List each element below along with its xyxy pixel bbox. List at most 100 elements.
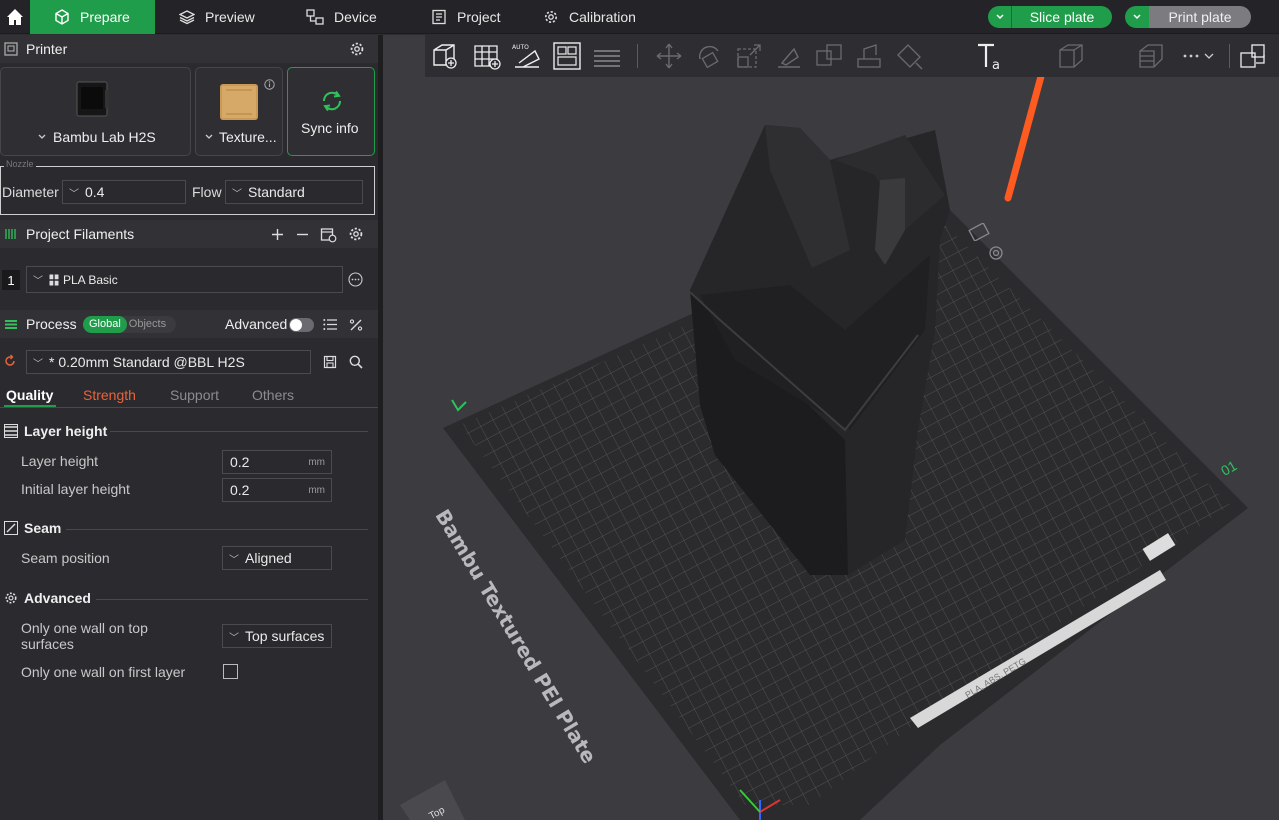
slice-options-dropdown[interactable] <box>988 6 1012 28</box>
device-icon <box>306 9 324 25</box>
tab-strength[interactable]: Strength <box>83 387 136 403</box>
one-wall-first-layer-checkbox[interactable] <box>223 664 238 679</box>
text-icon: a <box>978 43 1000 72</box>
toggle-objects[interactable]: Objects <box>127 316 168 333</box>
flow-label: Flow <box>192 184 222 200</box>
3d-viewport[interactable]: Bambu Textured PEI Plate 01 PLA, ABS, PE… <box>383 35 1279 820</box>
tab-preview[interactable]: Preview <box>179 0 255 34</box>
build-plate-scene <box>400 36 1248 820</box>
tab-others[interactable]: Others <box>252 387 294 403</box>
auto-orient-button[interactable]: AUTO <box>511 40 543 72</box>
cut-tool-button[interactable] <box>813 40 845 72</box>
remove-icon[interactable] <box>296 228 309 241</box>
more-tools-button[interactable] <box>1177 40 1221 72</box>
tab-support[interactable]: Support <box>170 387 219 403</box>
measure-tool-button[interactable] <box>1055 40 1087 72</box>
add-plate-icon <box>474 45 501 70</box>
global-objects-toggle[interactable]: Global Objects <box>83 316 176 333</box>
nozzle-legend: Nozzle <box>4 159 36 169</box>
add-object-button[interactable] <box>429 40 461 72</box>
slice-plate-button[interactable]: Slice plate <box>1012 6 1112 28</box>
tabs-divider <box>0 407 378 408</box>
toggle-knob <box>290 319 302 331</box>
one-wall-first-layer-label: Only one wall on first layer <box>21 664 186 680</box>
initial-layer-height-input[interactable]: 0.2 mm <box>222 478 332 502</box>
search-icon[interactable] <box>349 355 363 369</box>
add-plate-button[interactable] <box>471 40 503 72</box>
unit-label: mm <box>308 457 325 468</box>
settings-sidebar: Printer Bambu Lab H2S Texture... Sync in… <box>0 35 378 820</box>
rotate-tool-button[interactable] <box>693 40 725 72</box>
process-preset-select[interactable]: ﹀ * 0.20mm Standard @BBL H2S <box>26 350 311 374</box>
group-divider <box>66 529 368 530</box>
move-tool-button[interactable] <box>653 40 685 72</box>
printer-thumbnail <box>76 81 109 117</box>
save-icon[interactable] <box>323 355 337 369</box>
advanced-toggle[interactable] <box>289 318 314 332</box>
group-divider <box>96 599 368 600</box>
advanced-group-title: Advanced <box>4 590 91 606</box>
split-objects-button[interactable] <box>1237 40 1269 72</box>
filament-index-badge[interactable]: 1 <box>2 270 20 290</box>
sync-info-button[interactable]: Sync info <box>287 67 375 156</box>
tab-project[interactable]: Project <box>431 0 501 34</box>
document-icon <box>432 9 446 25</box>
seam-position-select[interactable]: ﹀ Aligned <box>222 546 332 570</box>
arrange-button[interactable] <box>551 40 583 72</box>
assemble-tool-button[interactable] <box>1135 40 1167 72</box>
add-icon[interactable] <box>271 228 284 241</box>
one-wall-top-select[interactable]: ﹀ Top surfaces <box>222 624 332 648</box>
chevron-down-icon: ﹀ <box>33 358 43 370</box>
arrange-icon <box>553 42 581 70</box>
tab-device-label: Device <box>334 9 377 25</box>
filament-select[interactable]: ﹀ PLA Basic <box>26 266 343 293</box>
svg-text:a: a <box>992 58 1000 72</box>
seam-paint-icon <box>897 44 923 70</box>
lay-on-face-icon <box>778 47 800 68</box>
plate-lock-icon[interactable] <box>968 223 990 241</box>
more-options-icon[interactable] <box>348 272 363 287</box>
process-preset-name: * 0.20mm Standard @BBL H2S <box>49 354 245 370</box>
seam-icon <box>4 521 18 535</box>
chevron-down-icon: ﹀ <box>33 276 43 287</box>
flow-select[interactable]: ﹀ Standard <box>225 180 363 204</box>
reset-icon[interactable] <box>3 354 17 368</box>
tab-calibration[interactable]: Calibration <box>543 0 636 34</box>
compare-presets-icon[interactable] <box>349 318 363 332</box>
info-icon[interactable] <box>264 79 275 90</box>
support-paint-button[interactable] <box>853 40 885 72</box>
print-options-dropdown[interactable] <box>1125 6 1149 28</box>
scale-tool-button[interactable] <box>733 40 765 72</box>
nozzle-diameter-select[interactable]: ﹀ 0.4 <box>62 180 186 204</box>
filament-icon <box>5 229 16 239</box>
annotation-arrow <box>1004 54 1050 202</box>
tab-device[interactable]: Device <box>306 0 377 34</box>
chevron-down-icon <box>995 14 1004 20</box>
layers-view-button[interactable] <box>591 40 623 72</box>
chevron-down-icon <box>205 134 213 139</box>
settings-gear-icon[interactable] <box>349 41 365 57</box>
tab-prepare[interactable]: Prepare <box>30 0 155 34</box>
assembly-icon <box>1139 44 1163 68</box>
group-divider <box>110 431 368 432</box>
layer-height-icon <box>4 424 18 438</box>
lay-on-face-button[interactable] <box>773 40 805 72</box>
flow-value: Standard <box>248 184 305 200</box>
filament-sync-icon[interactable] <box>320 226 337 243</box>
tab-quality[interactable]: Quality <box>6 387 53 403</box>
print-plate-button[interactable]: Print plate <box>1149 6 1251 28</box>
unit-label: mm <box>308 485 325 496</box>
plate-arrange-icon[interactable] <box>983 243 1009 263</box>
list-view-icon[interactable] <box>323 318 337 331</box>
text-tool-button[interactable]: a <box>975 40 1007 72</box>
layer-height-input[interactable]: 0.2 mm <box>222 450 332 474</box>
home-button[interactable] <box>0 0 30 34</box>
toggle-global[interactable]: Global <box>83 316 127 333</box>
plate-type-card[interactable]: Texture... <box>195 67 283 156</box>
filament-settings-gear-icon[interactable] <box>348 226 364 242</box>
tab-calibration-label: Calibration <box>569 9 636 25</box>
auto-orient-icon: AUTO <box>512 44 540 68</box>
seam-paint-button[interactable] <box>893 40 925 72</box>
one-wall-top-label-cont: surfaces <box>21 636 74 652</box>
printer-select-card[interactable]: Bambu Lab H2S <box>0 67 191 156</box>
